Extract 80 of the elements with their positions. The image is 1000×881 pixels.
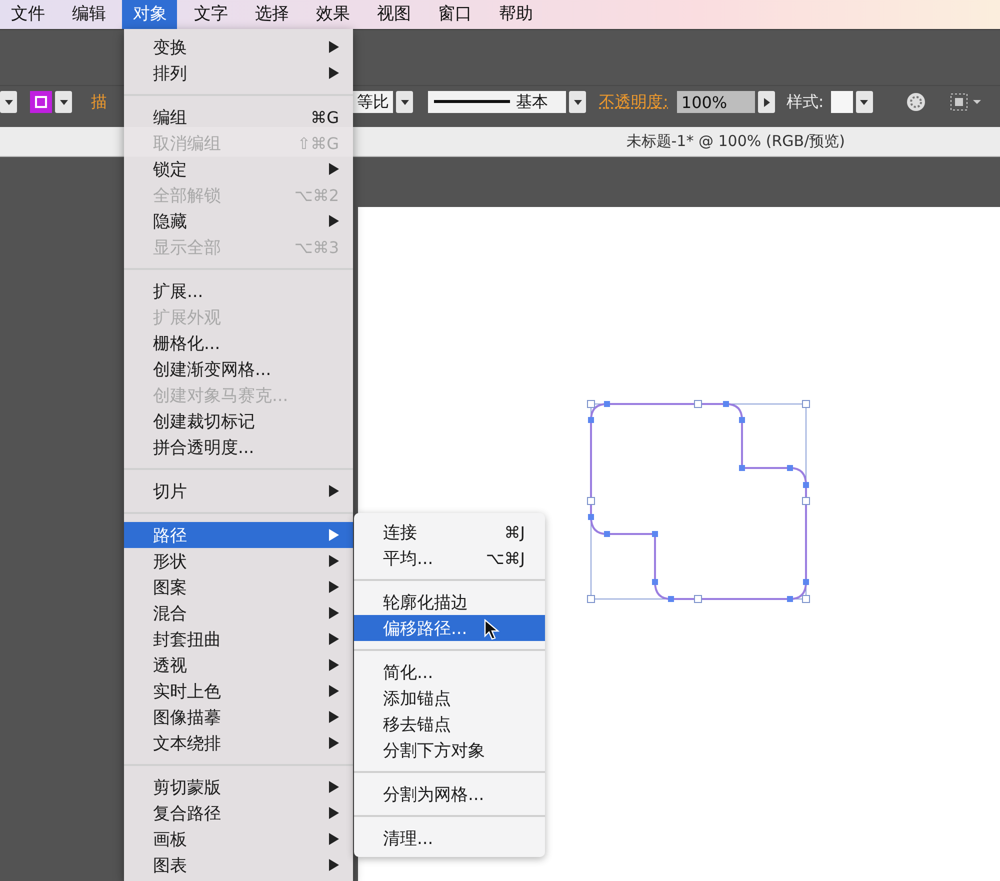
menu-item[interactable]: 剪切蒙版 xyxy=(124,774,353,800)
dropdown-caret[interactable] xyxy=(856,91,873,113)
submenu-arrow-icon xyxy=(329,607,339,619)
submenu-arrow-icon xyxy=(329,163,339,175)
submenu-arrow-icon xyxy=(329,781,339,793)
dropdown-caret[interactable] xyxy=(0,91,17,113)
style-swatch[interactable] xyxy=(830,91,853,113)
menu-item[interactable]: 文本绕排 xyxy=(124,730,353,756)
menu-item[interactable]: 切片 xyxy=(124,478,353,504)
menu-item[interactable]: 平均... ⌥⌘J xyxy=(354,545,545,571)
menu-item[interactable]: 锁定 xyxy=(124,156,353,182)
menu-item[interactable]: 实时上色 xyxy=(124,678,353,704)
stroke-line-icon xyxy=(434,100,510,104)
menu-item[interactable]: 变换 xyxy=(124,34,353,60)
menu-item[interactable]: 形状 xyxy=(124,548,353,574)
menu-item[interactable]: 移去锚点 xyxy=(354,711,545,737)
submenu-arrow-icon xyxy=(329,685,339,697)
triangle-right-icon xyxy=(764,98,770,106)
menu-item[interactable]: 分割为网格... xyxy=(354,781,545,807)
menu-bar-item[interactable]: 窗口 xyxy=(427,0,482,29)
recolor-icon[interactable] xyxy=(906,92,926,112)
menu-item[interactable]: 轮廓化描边 xyxy=(354,589,545,615)
submenu-arrow-icon xyxy=(329,633,339,645)
menu-item[interactable]: 栅格化... xyxy=(124,330,353,356)
document-title[interactable]: 未标题-1* @ 100% (RGB/预览) xyxy=(626,132,845,151)
menu-item[interactable]: 创建渐变网格... xyxy=(124,356,353,382)
ratio-field[interactable]: 等比 xyxy=(353,91,393,113)
menu-item[interactable]: 分割下方对象 xyxy=(354,737,545,763)
menu-item[interactable]: 路径 xyxy=(124,522,353,548)
menu-bar-item[interactable]: 效果 xyxy=(305,0,360,29)
menu-item[interactable]: 添加锚点 xyxy=(354,685,545,711)
menu-bar-item[interactable]: 对象 xyxy=(122,0,177,29)
stroke-swatch[interactable] xyxy=(30,91,52,113)
menu-bar-item[interactable]: 文件 xyxy=(0,0,55,29)
menu-item[interactable]: 拼合透明度... xyxy=(124,434,353,460)
submenu-arrow-icon xyxy=(329,555,339,567)
submenu-arrow-icon xyxy=(329,529,339,541)
menu-item[interactable]: 简化... xyxy=(354,659,545,685)
menu-bar-item[interactable]: 视图 xyxy=(366,0,421,29)
opacity-field[interactable]: 100% xyxy=(677,91,756,113)
dropdown-caret[interactable] xyxy=(396,91,413,113)
menu-item[interactable]: 透视 xyxy=(124,652,353,678)
style-label: 样式: xyxy=(786,92,824,112)
menu-bar-item[interactable]: 帮助 xyxy=(488,0,543,29)
submenu-arrow-icon xyxy=(329,859,339,871)
stroke-profile-dropdown[interactable]: 基本 xyxy=(428,91,566,113)
submenu-arrow-icon xyxy=(329,485,339,497)
menu-item[interactable]: 扩展... xyxy=(124,278,353,304)
dropdown-caret[interactable] xyxy=(55,91,72,113)
submenu-arrow-icon xyxy=(329,711,339,723)
submenu-arrow-icon xyxy=(329,41,339,53)
submenu-arrow-icon xyxy=(329,581,339,593)
menu-item[interactable]: 清理... xyxy=(354,825,545,851)
submenu-arrow-icon xyxy=(329,833,339,845)
menu-item[interactable]: 画板 xyxy=(124,826,353,852)
menu-item[interactable]: 排列 xyxy=(124,60,353,86)
submenu-arrow-icon xyxy=(329,67,339,79)
menu-item[interactable]: 偏移路径... xyxy=(354,615,545,641)
submenu-arrow-icon xyxy=(329,807,339,819)
menu-item[interactable]: 封套扭曲 xyxy=(124,626,353,652)
dropdown-caret[interactable] xyxy=(569,91,586,113)
submenu-arrow-icon xyxy=(329,737,339,749)
menu-item[interactable]: 图案 xyxy=(124,574,353,600)
menu-item[interactable]: 复合路径 xyxy=(124,800,353,826)
arrow-button[interactable] xyxy=(758,91,776,113)
align-icon[interactable] xyxy=(948,92,983,112)
submenu-arrow-icon xyxy=(329,215,339,227)
menu-bar-item[interactable]: 选择 xyxy=(244,0,299,29)
menu-bar-item[interactable]: 编辑 xyxy=(61,0,116,29)
menu-item[interactable]: 图表 xyxy=(124,852,353,878)
cursor-icon xyxy=(484,619,500,641)
menu-item[interactable]: 编组 ⌘G xyxy=(124,104,353,130)
menu-item[interactable]: 连接 ⌘J xyxy=(354,519,545,545)
menu-bar-item[interactable]: 文字 xyxy=(183,0,238,29)
selected-path-drawing[interactable] xyxy=(586,399,811,604)
menu-item[interactable]: 混合 xyxy=(124,600,353,626)
menu-item[interactable]: 隐藏 xyxy=(124,208,353,234)
menu-item[interactable]: 创建裁切标记 xyxy=(124,408,353,434)
submenu-arrow-icon xyxy=(329,659,339,671)
menu-item[interactable]: 图像描摹 xyxy=(124,704,353,730)
